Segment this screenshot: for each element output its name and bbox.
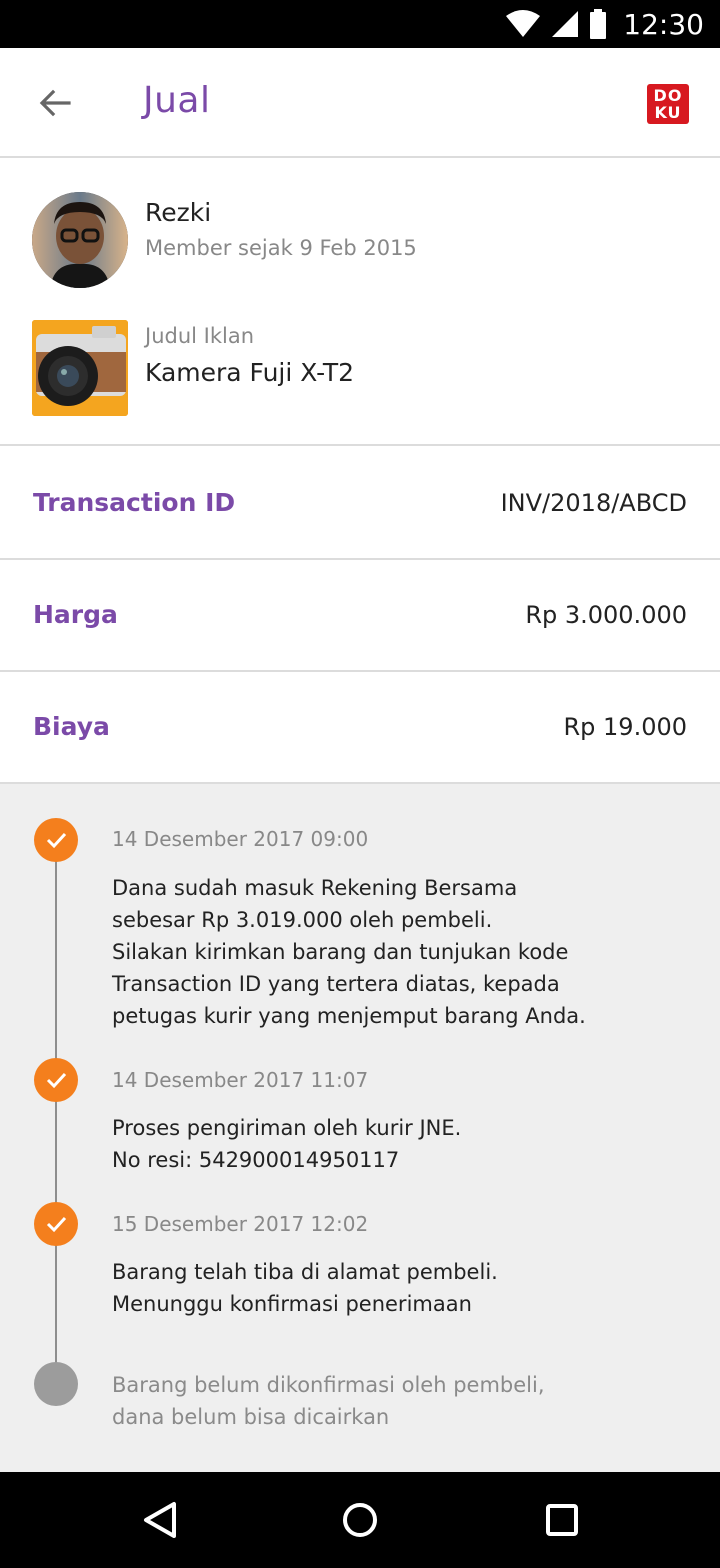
navigation-bar: [0, 1472, 720, 1568]
listing-title: Kamera Fuji X-T2: [145, 358, 355, 387]
timeline-text: Barang telah tiba di alamat pembeli. Men…: [112, 1260, 498, 1316]
doku-logo-bottom: KU: [654, 103, 682, 122]
app-bar: Jual DO KU: [0, 48, 720, 158]
recents-square-icon: [546, 1504, 578, 1536]
battery-icon: [590, 9, 607, 39]
check-icon: [34, 1058, 78, 1102]
avatar[interactable]: [32, 192, 128, 288]
status-time: 12:30: [623, 7, 704, 41]
signal-icon: [552, 11, 579, 37]
camera-image: [32, 320, 128, 416]
doku-logo: DO KU: [647, 84, 689, 124]
seller-name: Rezki: [145, 198, 212, 227]
transaction-id-row: Transaction ID INV/2018/ABCD: [0, 448, 720, 560]
wifi-icon: [506, 10, 541, 37]
timeline-text: Barang belum dikonfirmasi oleh pembeli, …: [112, 1373, 545, 1429]
status-icons: 12:30: [505, 0, 704, 48]
back-triangle-icon: [144, 1502, 176, 1538]
timeline-date: 15 Desember 2017 12:02: [112, 1212, 369, 1236]
avatar-image: [32, 192, 128, 288]
price-value: Rp 3.000.000: [525, 601, 687, 629]
timeline-text: Dana sudah masuk Rekening Bersama sebesa…: [112, 876, 586, 1028]
product-thumbnail[interactable]: [32, 320, 128, 416]
page-title: Jual: [143, 80, 211, 121]
timeline-text: Proses pengiriman oleh kurir JNE. No res…: [112, 1116, 462, 1172]
price-row: Harga Rp 3.000.000: [0, 560, 720, 672]
arrow-back-icon: [39, 89, 71, 117]
fee-value: Rp 19.000: [563, 713, 687, 741]
home-circle-icon: [343, 1503, 377, 1537]
status-bar: 12:30: [0, 0, 720, 48]
price-label: Harga: [33, 600, 118, 629]
nav-back-button[interactable]: [136, 1496, 184, 1544]
check-icon: [34, 818, 78, 862]
timeline-line: [55, 840, 57, 1390]
seller-section: Rezki Member sejak 9 Feb 2015 Judul Ikla…: [0, 160, 720, 446]
nav-recents-button[interactable]: [538, 1496, 586, 1544]
transaction-timeline: 14 Desember 2017 09:00 Dana sudah masuk …: [0, 784, 720, 1472]
back-button[interactable]: [30, 78, 80, 128]
timeline-date: 14 Desember 2017 09:00: [112, 827, 369, 851]
fee-row: Biaya Rp 19.000: [0, 672, 720, 784]
transaction-id-label: Transaction ID: [33, 488, 236, 517]
check-icon: [34, 1202, 78, 1246]
fee-label: Biaya: [33, 712, 110, 741]
pending-dot-icon: [34, 1362, 78, 1406]
nav-home-button[interactable]: [336, 1496, 384, 1544]
transaction-id-value: INV/2018/ABCD: [500, 489, 687, 517]
listing-label: Judul Iklan: [145, 324, 255, 348]
timeline-date: 14 Desember 2017 11:07: [112, 1068, 369, 1092]
doku-logo-top: DO: [653, 86, 683, 105]
seller-member-since: Member sejak 9 Feb 2015: [145, 236, 417, 260]
